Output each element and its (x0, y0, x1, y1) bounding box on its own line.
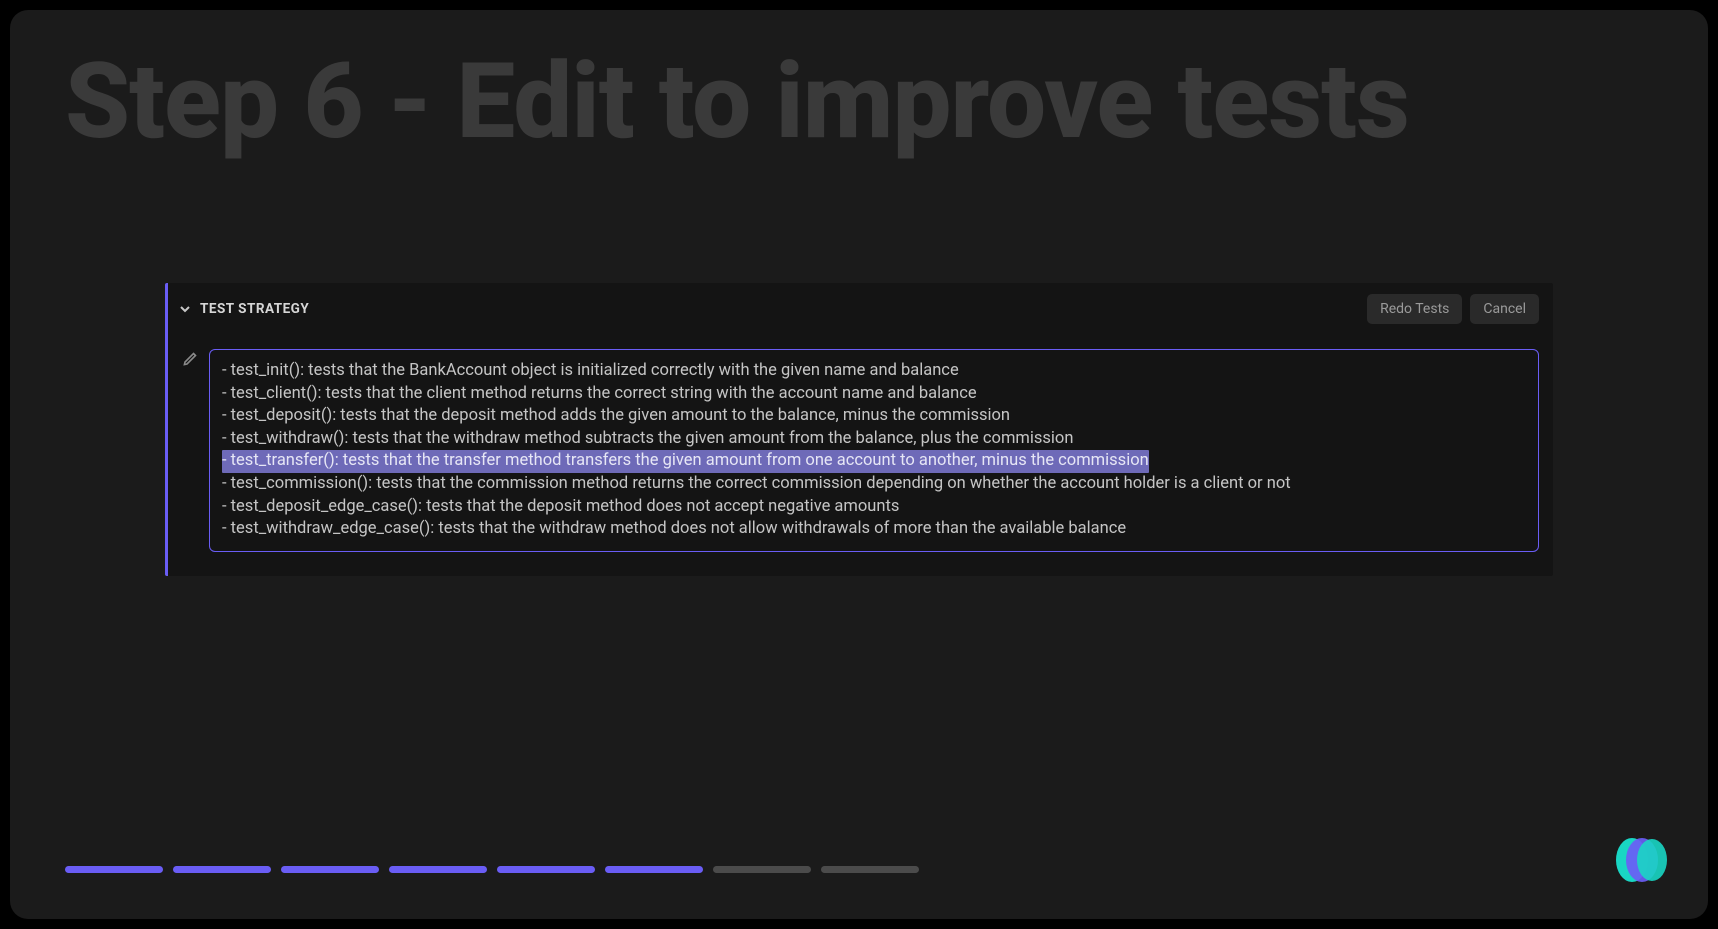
panel-body: - test_init(): tests that the BankAccoun… (168, 335, 1553, 576)
progress-segment[interactable] (713, 866, 811, 873)
chevron-down-icon (178, 302, 192, 316)
editor-line[interactable]: - test_deposit(): tests that the deposit… (222, 406, 1010, 425)
pencil-icon[interactable] (182, 351, 198, 367)
page-title: Step 6 - Edit to improve tests (65, 40, 1409, 163)
editor-line[interactable]: - test_commission(): tests that the comm… (222, 474, 1291, 493)
editor-line[interactable]: - test_transfer(): tests that the transf… (222, 450, 1149, 473)
panel-header: TEST STRATEGY Redo Tests Cancel (168, 283, 1553, 335)
editor-line[interactable]: - test_init(): tests that the BankAccoun… (222, 361, 959, 380)
redo-tests-button[interactable]: Redo Tests (1367, 294, 1462, 324)
progress-segment[interactable] (173, 866, 271, 873)
editor-line[interactable]: - test_deposit_edge_case(): tests that t… (222, 497, 899, 516)
progress-segment[interactable] (281, 866, 379, 873)
slide-frame: Step 6 - Edit to improve tests TEST STRA… (10, 10, 1708, 919)
panel-header-actions: Redo Tests Cancel (1367, 294, 1539, 324)
panel-title-label: TEST STRATEGY (200, 301, 309, 317)
test-strategy-panel: TEST STRATEGY Redo Tests Cancel - test_i… (165, 283, 1553, 576)
test-strategy-editor[interactable]: - test_init(): tests that the BankAccoun… (209, 349, 1539, 552)
progress-segment[interactable] (605, 866, 703, 873)
progress-segment[interactable] (821, 866, 919, 873)
brand-logo (1610, 835, 1668, 885)
progress-segment[interactable] (497, 866, 595, 873)
editor-line[interactable]: - test_withdraw(): tests that the withdr… (222, 429, 1073, 448)
panel-header-left[interactable]: TEST STRATEGY (178, 301, 309, 317)
cancel-button[interactable]: Cancel (1470, 294, 1539, 324)
editor-line[interactable]: - test_withdraw_edge_case(): tests that … (222, 519, 1126, 538)
progress-segment[interactable] (65, 866, 163, 873)
progress-segment[interactable] (389, 866, 487, 873)
progress-bar (65, 866, 919, 873)
editor-line[interactable]: - test_client(): tests that the client m… (222, 384, 977, 403)
